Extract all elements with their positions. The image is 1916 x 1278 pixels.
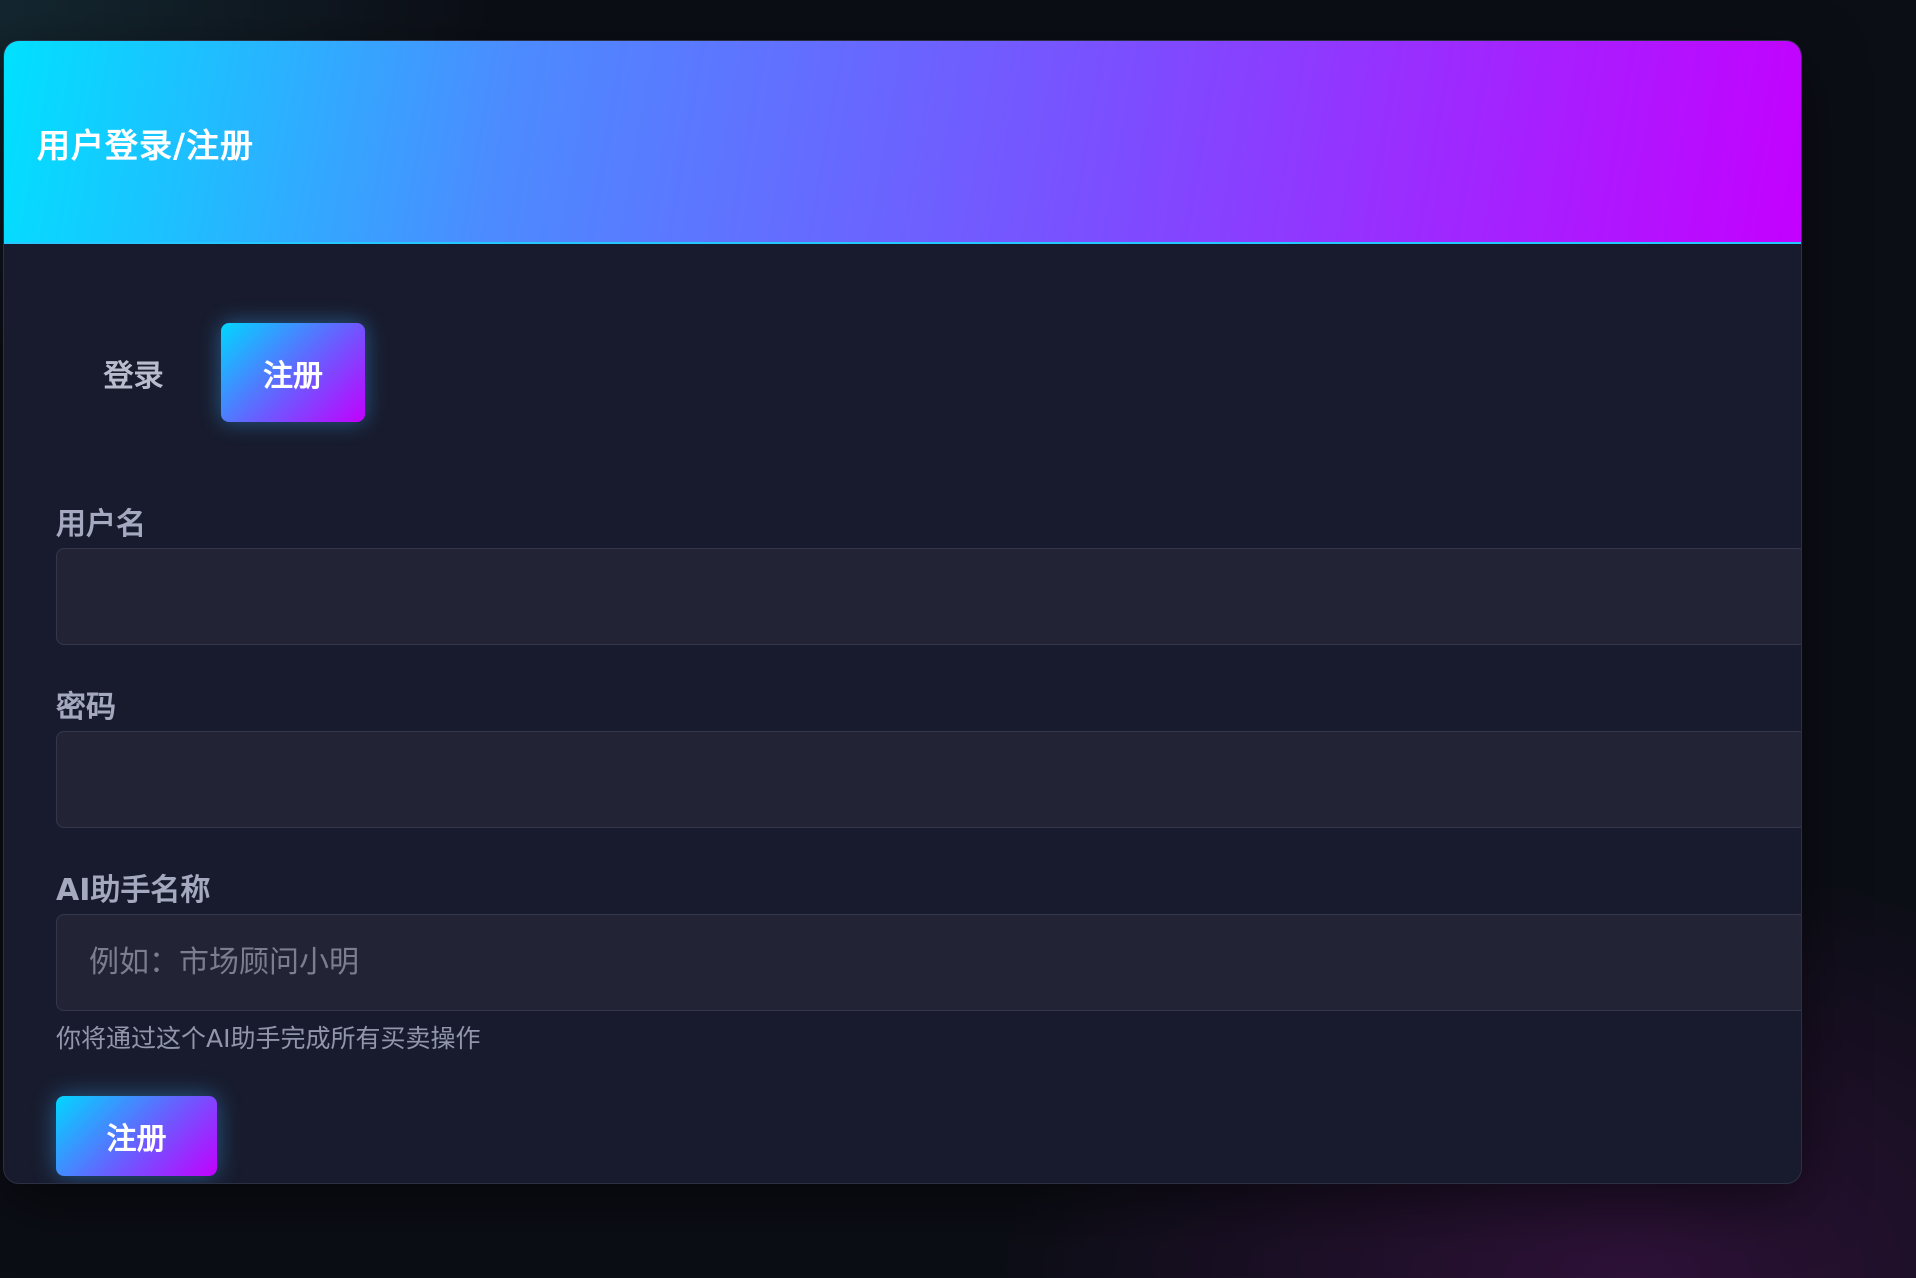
username-input[interactable] [56,548,1801,645]
register-submit-button[interactable]: 注册 [56,1096,217,1176]
password-label: 密码 [56,690,116,725]
password-input[interactable] [56,731,1801,828]
card-header: 用户登录/注册 [4,41,1801,244]
tab-login[interactable]: 登录 [56,323,211,422]
auth-card: 用户登录/注册 登录 注册 用户名 密码 AI助手名称 你将通过这个AI助手完成… [3,40,1802,1184]
assistant-name-hint: 你将通过这个AI助手完成所有买卖操作 [56,1024,481,1053]
assistant-name-label: AI助手名称 [56,873,211,908]
auth-tabs: 登录 注册 [56,323,365,422]
username-label: 用户名 [56,507,146,542]
page-title: 用户登录/注册 [37,126,255,165]
tab-register[interactable]: 注册 [221,323,365,422]
assistant-name-input[interactable] [56,914,1801,1011]
